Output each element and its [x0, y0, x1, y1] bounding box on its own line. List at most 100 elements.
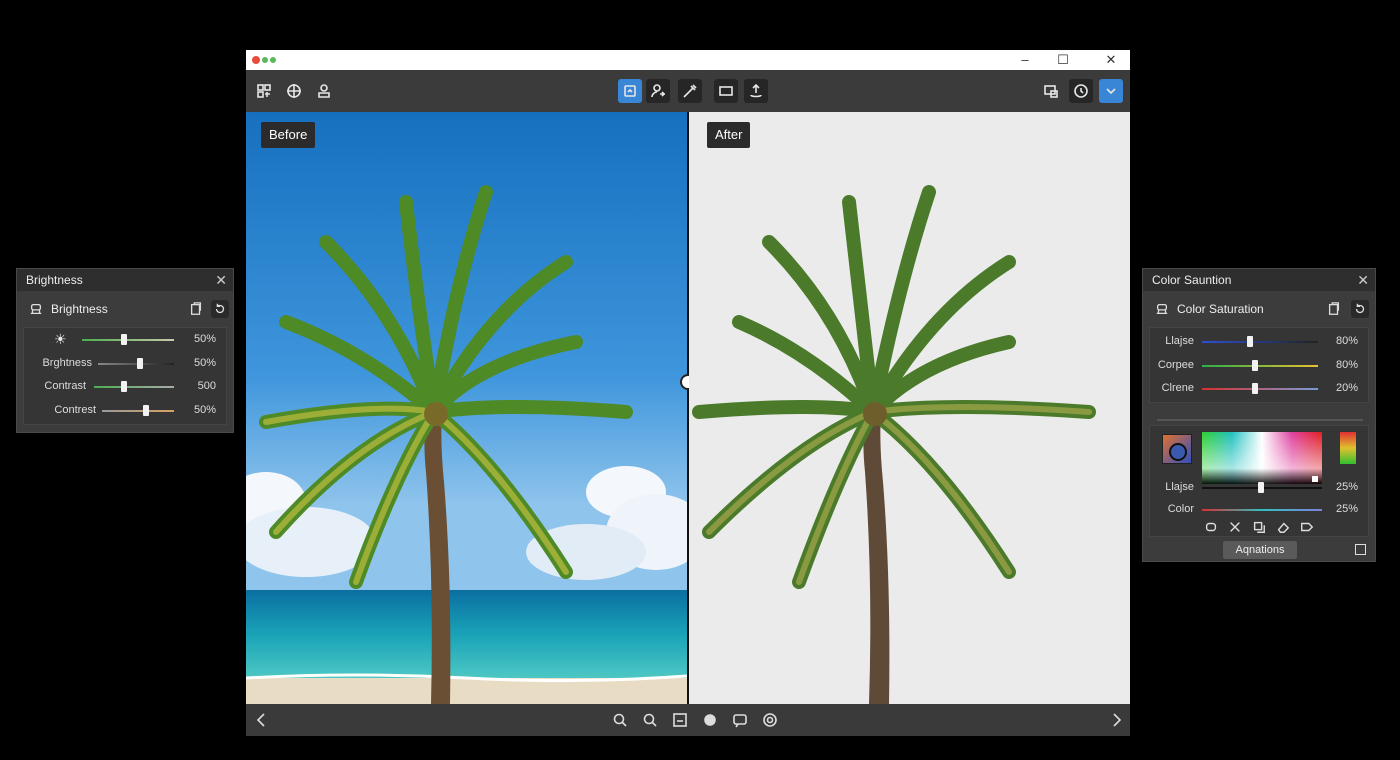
saturation-track-2[interactable] — [1202, 365, 1318, 367]
crosshair-icon — [287, 84, 301, 98]
shape-icon[interactable] — [1204, 520, 1218, 534]
tag-icon[interactable] — [1300, 520, 1314, 534]
saturation-value-1: 80% — [1335, 335, 1358, 347]
brightness-slider-1[interactable] — [121, 334, 127, 345]
rotate-icon — [750, 83, 762, 98]
picker-track-2[interactable] — [1202, 509, 1322, 511]
saturation-slider-3[interactable] — [1252, 383, 1258, 394]
copy-icon[interactable] — [1325, 300, 1343, 318]
crop-tool-button[interactable] — [714, 79, 738, 103]
saturation-row-1: Llajse 80% — [1150, 332, 1368, 352]
brightness-slider-4[interactable] — [143, 405, 149, 416]
saturation-label-1: Llajse — [1165, 335, 1194, 347]
minimize-button[interactable]: – — [1012, 52, 1038, 68]
color-picker-section: Llajse 25% Color 25% — [1149, 425, 1369, 537]
brightness-value-2: 50% — [193, 357, 216, 369]
brightness-row-3: Contrast 500 — [24, 377, 226, 397]
brightness-section-title: Brightness — [51, 302, 108, 316]
close-window-dot[interactable] — [252, 56, 260, 64]
rotate-tool-button[interactable] — [744, 79, 768, 103]
pen-tool-button[interactable] — [678, 79, 702, 103]
brightness-track-3[interactable] — [94, 386, 174, 388]
person-tool-button[interactable] — [646, 79, 670, 103]
brightness-row-4: Contrest 50% — [24, 401, 226, 421]
previous-icon[interactable] — [254, 712, 270, 728]
panel-checkbox[interactable] — [1355, 544, 1366, 555]
saturation-panel-header: Color Sauntion ✕ — [1143, 269, 1375, 291]
zoom-out-icon[interactable] — [642, 712, 658, 728]
saturation-controls: Llajse 80% Corpee 80% Clrene 20% — [1149, 327, 1369, 403]
zoom-window-dot[interactable] — [270, 57, 276, 63]
brightness-slider-2[interactable] — [137, 358, 143, 369]
main-toolbar — [246, 70, 1130, 112]
brightness-label-3: Contrast — [44, 380, 86, 392]
section-separator — [1157, 419, 1363, 421]
brightness-row-1: ☀ 50% — [24, 330, 226, 350]
picker-slider-1[interactable] — [1258, 482, 1264, 493]
picker-label-2: Color — [1167, 503, 1194, 515]
brightness-label-2: Brghtness — [42, 357, 92, 369]
reset-icon[interactable] — [211, 300, 229, 318]
color-swatch[interactable] — [1162, 434, 1192, 464]
saturation-slider-2[interactable] — [1252, 360, 1258, 371]
maximize-button[interactable]: ☐ — [1050, 52, 1076, 68]
brightness-panel-header: Brightness ✕ — [17, 269, 233, 291]
brightness-row-2: Brghtness 50% — [24, 354, 226, 374]
close-button[interactable]: ✕ — [1098, 52, 1124, 68]
layers-icon[interactable] — [1252, 520, 1266, 534]
saturation-row-2: Corpee 80% — [1150, 356, 1368, 376]
comment-icon[interactable] — [732, 712, 748, 728]
before-label: Before — [261, 122, 316, 148]
stamp-icon — [27, 300, 45, 318]
chevron-down-icon — [1106, 88, 1116, 95]
eraser-icon[interactable] — [1276, 520, 1290, 534]
select-tool-button[interactable] — [618, 79, 642, 103]
fit-screen-icon[interactable] — [672, 712, 688, 728]
apply-button-label: Aqnations — [1235, 544, 1285, 556]
brightness-section-header: Brightness — [23, 295, 229, 323]
picker-row-1: Llajse 25% — [1150, 478, 1368, 498]
confirm-button[interactable] — [1099, 79, 1123, 103]
settings-icon[interactable] — [762, 712, 778, 728]
close-icon[interactable]: ✕ — [215, 269, 227, 291]
saturation-section-header: Color Saturation — [1149, 295, 1369, 323]
comparison-viewer[interactable]: Before After — [246, 112, 1130, 704]
stamp-tool-button[interactable] — [312, 79, 336, 103]
scissors-icon[interactable] — [1228, 520, 1242, 534]
apply-button[interactable]: Aqnations — [1223, 541, 1297, 559]
grid-icon — [257, 84, 271, 98]
record-icon[interactable] — [702, 712, 718, 728]
minimize-window-dot[interactable] — [262, 57, 268, 63]
zoom-in-icon[interactable] — [612, 712, 628, 728]
next-icon[interactable] — [1108, 712, 1124, 728]
reset-icon[interactable] — [1351, 300, 1369, 318]
color-spectrum[interactable] — [1202, 432, 1322, 484]
brightness-track-1[interactable] — [82, 339, 174, 341]
brightness-track-2[interactable] — [98, 363, 174, 365]
bottom-toolbar — [246, 704, 1130, 736]
grid-tool-button[interactable] — [252, 79, 276, 103]
history-icon — [1074, 84, 1088, 98]
after-image: After — [689, 112, 1130, 704]
close-icon[interactable]: ✕ — [1357, 269, 1369, 291]
compare-icon — [1044, 85, 1058, 98]
stamp-icon — [318, 84, 330, 98]
copy-icon[interactable] — [187, 300, 205, 318]
brightness-label-4: Contrest — [54, 404, 96, 416]
pen-icon — [683, 84, 697, 98]
saturation-slider-1[interactable] — [1247, 336, 1253, 347]
brightness-track-4[interactable] — [102, 410, 174, 412]
brightness-slider-3[interactable] — [121, 381, 127, 392]
history-button[interactable] — [1069, 79, 1093, 103]
crosshair-tool-button[interactable] — [282, 79, 306, 103]
compare-view-button[interactable] — [1039, 79, 1063, 103]
saturation-row-3: Clrene 20% — [1150, 379, 1368, 399]
saturation-track-3[interactable] — [1202, 388, 1318, 390]
saturation-label-2: Corpee — [1157, 359, 1194, 371]
brightness-value-4: 50% — [193, 404, 216, 416]
hue-strip[interactable] — [1340, 432, 1356, 464]
picker-value-1: 25% — [1335, 481, 1358, 493]
saturation-track-1[interactable] — [1202, 341, 1318, 343]
brightness-value-1: 50% — [193, 333, 216, 345]
before-image: Before — [246, 112, 687, 704]
